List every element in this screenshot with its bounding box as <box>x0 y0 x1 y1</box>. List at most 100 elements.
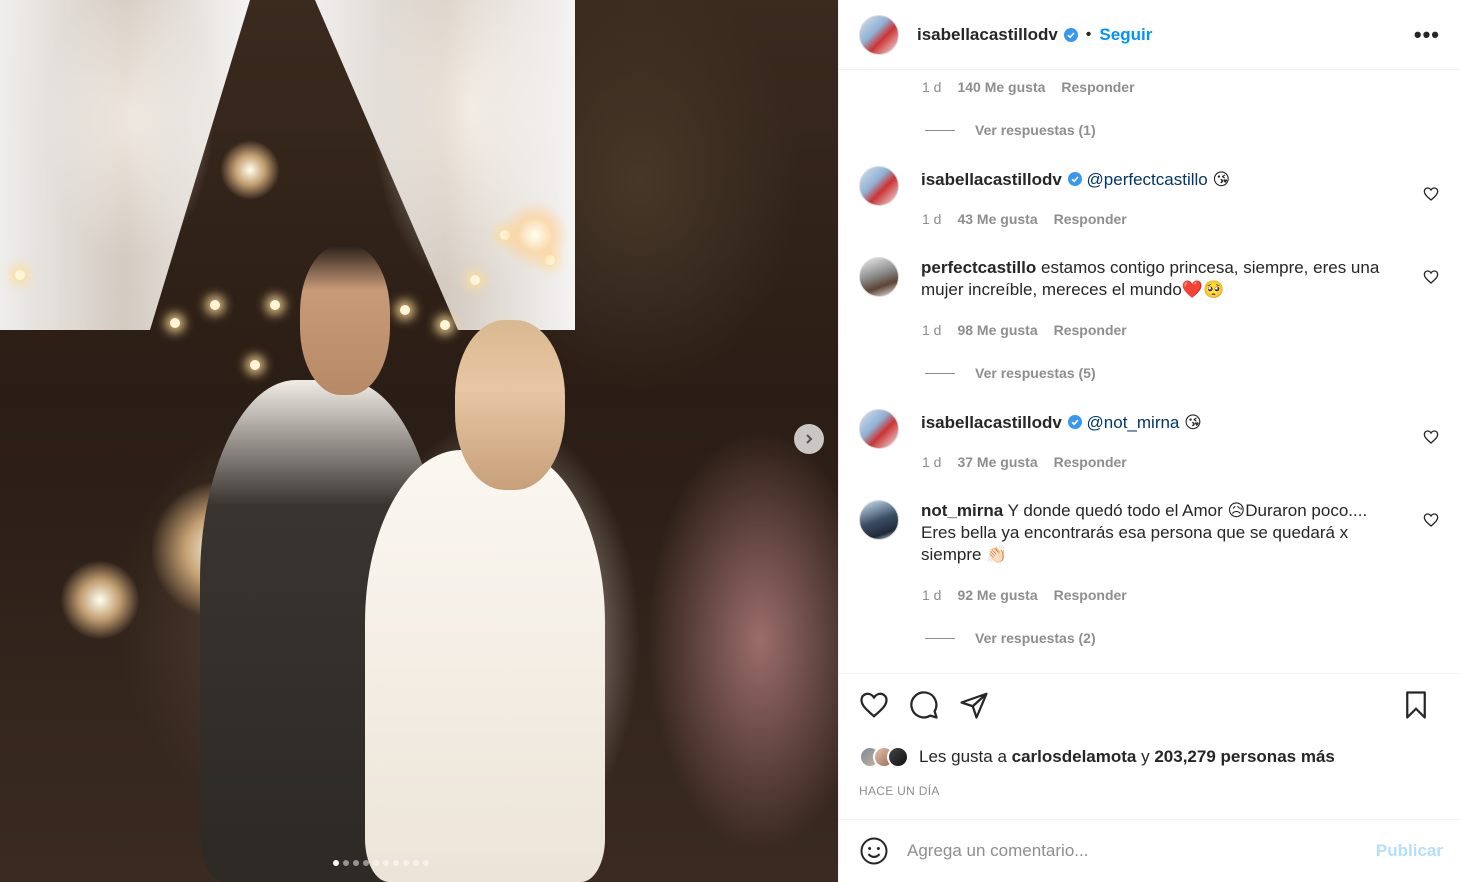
comment-reply-button[interactable]: Responder <box>1061 79 1134 95</box>
replies-divider <box>925 637 955 639</box>
commenter-avatar[interactable] <box>859 409 899 449</box>
like-button[interactable] <box>859 690 889 720</box>
chevron-right-icon <box>806 434 813 444</box>
likes-summary: Les gusta a carlosdelamota y 203,279 per… <box>859 746 1335 768</box>
comment-reply-button[interactable]: Responder <box>1054 322 1127 338</box>
liker-avatar[interactable] <box>887 746 909 768</box>
comment-likes[interactable]: 98 Me gusta <box>957 322 1037 338</box>
liker-username[interactable]: carlosdelamota <box>1012 747 1137 766</box>
string-light <box>15 270 25 280</box>
comment-time: 1 d <box>922 79 942 95</box>
carousel-dot <box>403 860 409 866</box>
carousel-indicator <box>333 860 429 866</box>
carousel-dot <box>333 860 339 866</box>
comment-likes[interactable]: 140 Me gusta <box>957 79 1045 95</box>
string-light <box>210 300 220 310</box>
bookmark-icon <box>1406 691 1426 719</box>
comment-time: 1 d <box>922 322 942 338</box>
post-side-panel: isabellacastillodv • Seguir ••• 1 d 140 … <box>838 0 1460 882</box>
add-comment-bar: Publicar <box>839 819 1460 882</box>
comment-time: 1 d <box>922 587 942 603</box>
post-photo[interactable] <box>0 0 838 882</box>
likes-connector: y <box>1141 747 1150 766</box>
view-replies-label: Ver respuestas (2) <box>975 630 1096 646</box>
comment-meta: 1 d 98 Me gusta Responder <box>922 322 1127 338</box>
commenter-avatar[interactable] <box>859 500 899 540</box>
like-comment-heart-icon[interactable] <box>1423 269 1439 285</box>
heart-icon <box>860 692 888 718</box>
photo-bride <box>365 450 605 882</box>
comment-time: 1 d <box>922 211 942 227</box>
string-light <box>470 275 480 285</box>
comment-emoji: ❤️🥺 <box>1181 280 1225 299</box>
comment-emoji: 😥 <box>1227 501 1246 520</box>
string-light <box>250 360 260 370</box>
emoji-icon[interactable] <box>859 836 889 866</box>
view-replies-button[interactable]: Ver respuestas (1) <box>925 122 1096 138</box>
more-options-button[interactable]: ••• <box>1414 22 1440 48</box>
comment-emoji: 😘 <box>1184 413 1202 432</box>
comment-text: isabellacastillodv @not_mirna 😘 <box>921 412 1401 434</box>
carousel-dot <box>373 860 379 866</box>
like-comment-heart-icon[interactable] <box>1423 512 1439 528</box>
view-replies-label: Ver respuestas (1) <box>975 122 1096 138</box>
comment-meta: 1 d 37 Me gusta Responder <box>922 454 1127 470</box>
view-replies-button[interactable]: Ver respuestas (5) <box>925 365 1096 381</box>
share-button[interactable] <box>959 690 989 720</box>
comment-body: Y donde quedó todo el Amor <box>1007 501 1223 520</box>
comment-mention[interactable]: @not_mirna <box>1087 413 1180 432</box>
comment-reply-button[interactable]: Responder <box>1054 211 1127 227</box>
string-light <box>270 300 280 310</box>
photo-groom-head <box>300 245 390 395</box>
carousel-next-button[interactable] <box>794 424 824 454</box>
publish-button[interactable]: Publicar <box>1376 841 1443 861</box>
sparkler-glow <box>220 140 280 200</box>
commenter-avatar[interactable] <box>859 257 899 297</box>
comment-reply-button[interactable]: Responder <box>1054 454 1127 470</box>
follow-button[interactable]: Seguir <box>1099 25 1152 45</box>
carousel-dot <box>363 860 369 866</box>
verified-icon <box>1063 27 1078 42</box>
comment-item: isabellacastillodv @perfectcastillo 😘 <box>859 166 1445 246</box>
commenter-username[interactable]: not_mirna <box>921 501 1003 520</box>
comment-input[interactable] <box>907 841 1376 861</box>
likes-text: Les gusta a carlosdelamota y 203,279 per… <box>919 747 1335 767</box>
photo-curtain-left <box>0 0 250 330</box>
commenter-username[interactable]: perfectcastillo <box>921 258 1036 277</box>
comment-text: not_mirna Y donde quedó todo el Amor 😥Du… <box>921 500 1401 566</box>
comment-text: isabellacastillodv @perfectcastillo 😘 <box>921 169 1401 191</box>
like-comment-heart-icon[interactable] <box>1423 429 1439 445</box>
photo-bride-head <box>455 320 565 490</box>
commenter-username[interactable]: isabellacastillodv <box>921 170 1062 189</box>
string-light <box>170 318 180 328</box>
comment-emoji: 😘 <box>1212 170 1231 189</box>
comment-text: perfectcastillo estamos contigo princesa… <box>921 257 1401 301</box>
author-username[interactable]: isabellacastillodv <box>917 25 1058 45</box>
comment-reply-button[interactable]: Responder <box>1054 587 1127 603</box>
save-button[interactable] <box>1401 690 1431 720</box>
comment-likes[interactable]: 92 Me gusta <box>957 587 1037 603</box>
comment-button[interactable] <box>909 690 939 720</box>
post-actions: Les gusta a carlosdelamota y 203,279 per… <box>839 673 1460 819</box>
comment-meta: 1 d 92 Me gusta Responder <box>922 587 1127 603</box>
comment-time: 1 d <box>922 454 942 470</box>
sparkler-glow <box>60 560 140 640</box>
author-avatar[interactable] <box>859 14 899 55</box>
likes-prefix: Les gusta a <box>919 747 1007 766</box>
comment-likes[interactable]: 37 Me gusta <box>957 454 1037 470</box>
comment-meta: 1 d 43 Me gusta Responder <box>922 211 1127 227</box>
carousel-dot <box>353 860 359 866</box>
post-time-ago[interactable]: HACE UN DÍA <box>859 784 940 798</box>
like-comment-heart-icon[interactable] <box>1423 186 1439 202</box>
comment-mention[interactable]: @perfectcastillo <box>1087 170 1208 189</box>
commenter-username[interactable]: isabellacastillodv <box>921 413 1062 432</box>
carousel-dot <box>423 860 429 866</box>
view-replies-button[interactable]: Ver respuestas (2) <box>925 630 1096 646</box>
comment-emoji: 👏🏻 <box>986 545 1008 564</box>
commenter-avatar[interactable] <box>859 166 899 206</box>
comment-item: not_mirna Y donde quedó todo el Amor 😥Du… <box>859 500 1445 600</box>
share-icon <box>960 692 988 719</box>
likes-others[interactable]: 203,279 personas más <box>1154 747 1335 766</box>
comment-likes[interactable]: 43 Me gusta <box>957 211 1037 227</box>
comments-list[interactable]: 1 d 140 Me gusta Responder Ver respuesta… <box>839 71 1460 673</box>
